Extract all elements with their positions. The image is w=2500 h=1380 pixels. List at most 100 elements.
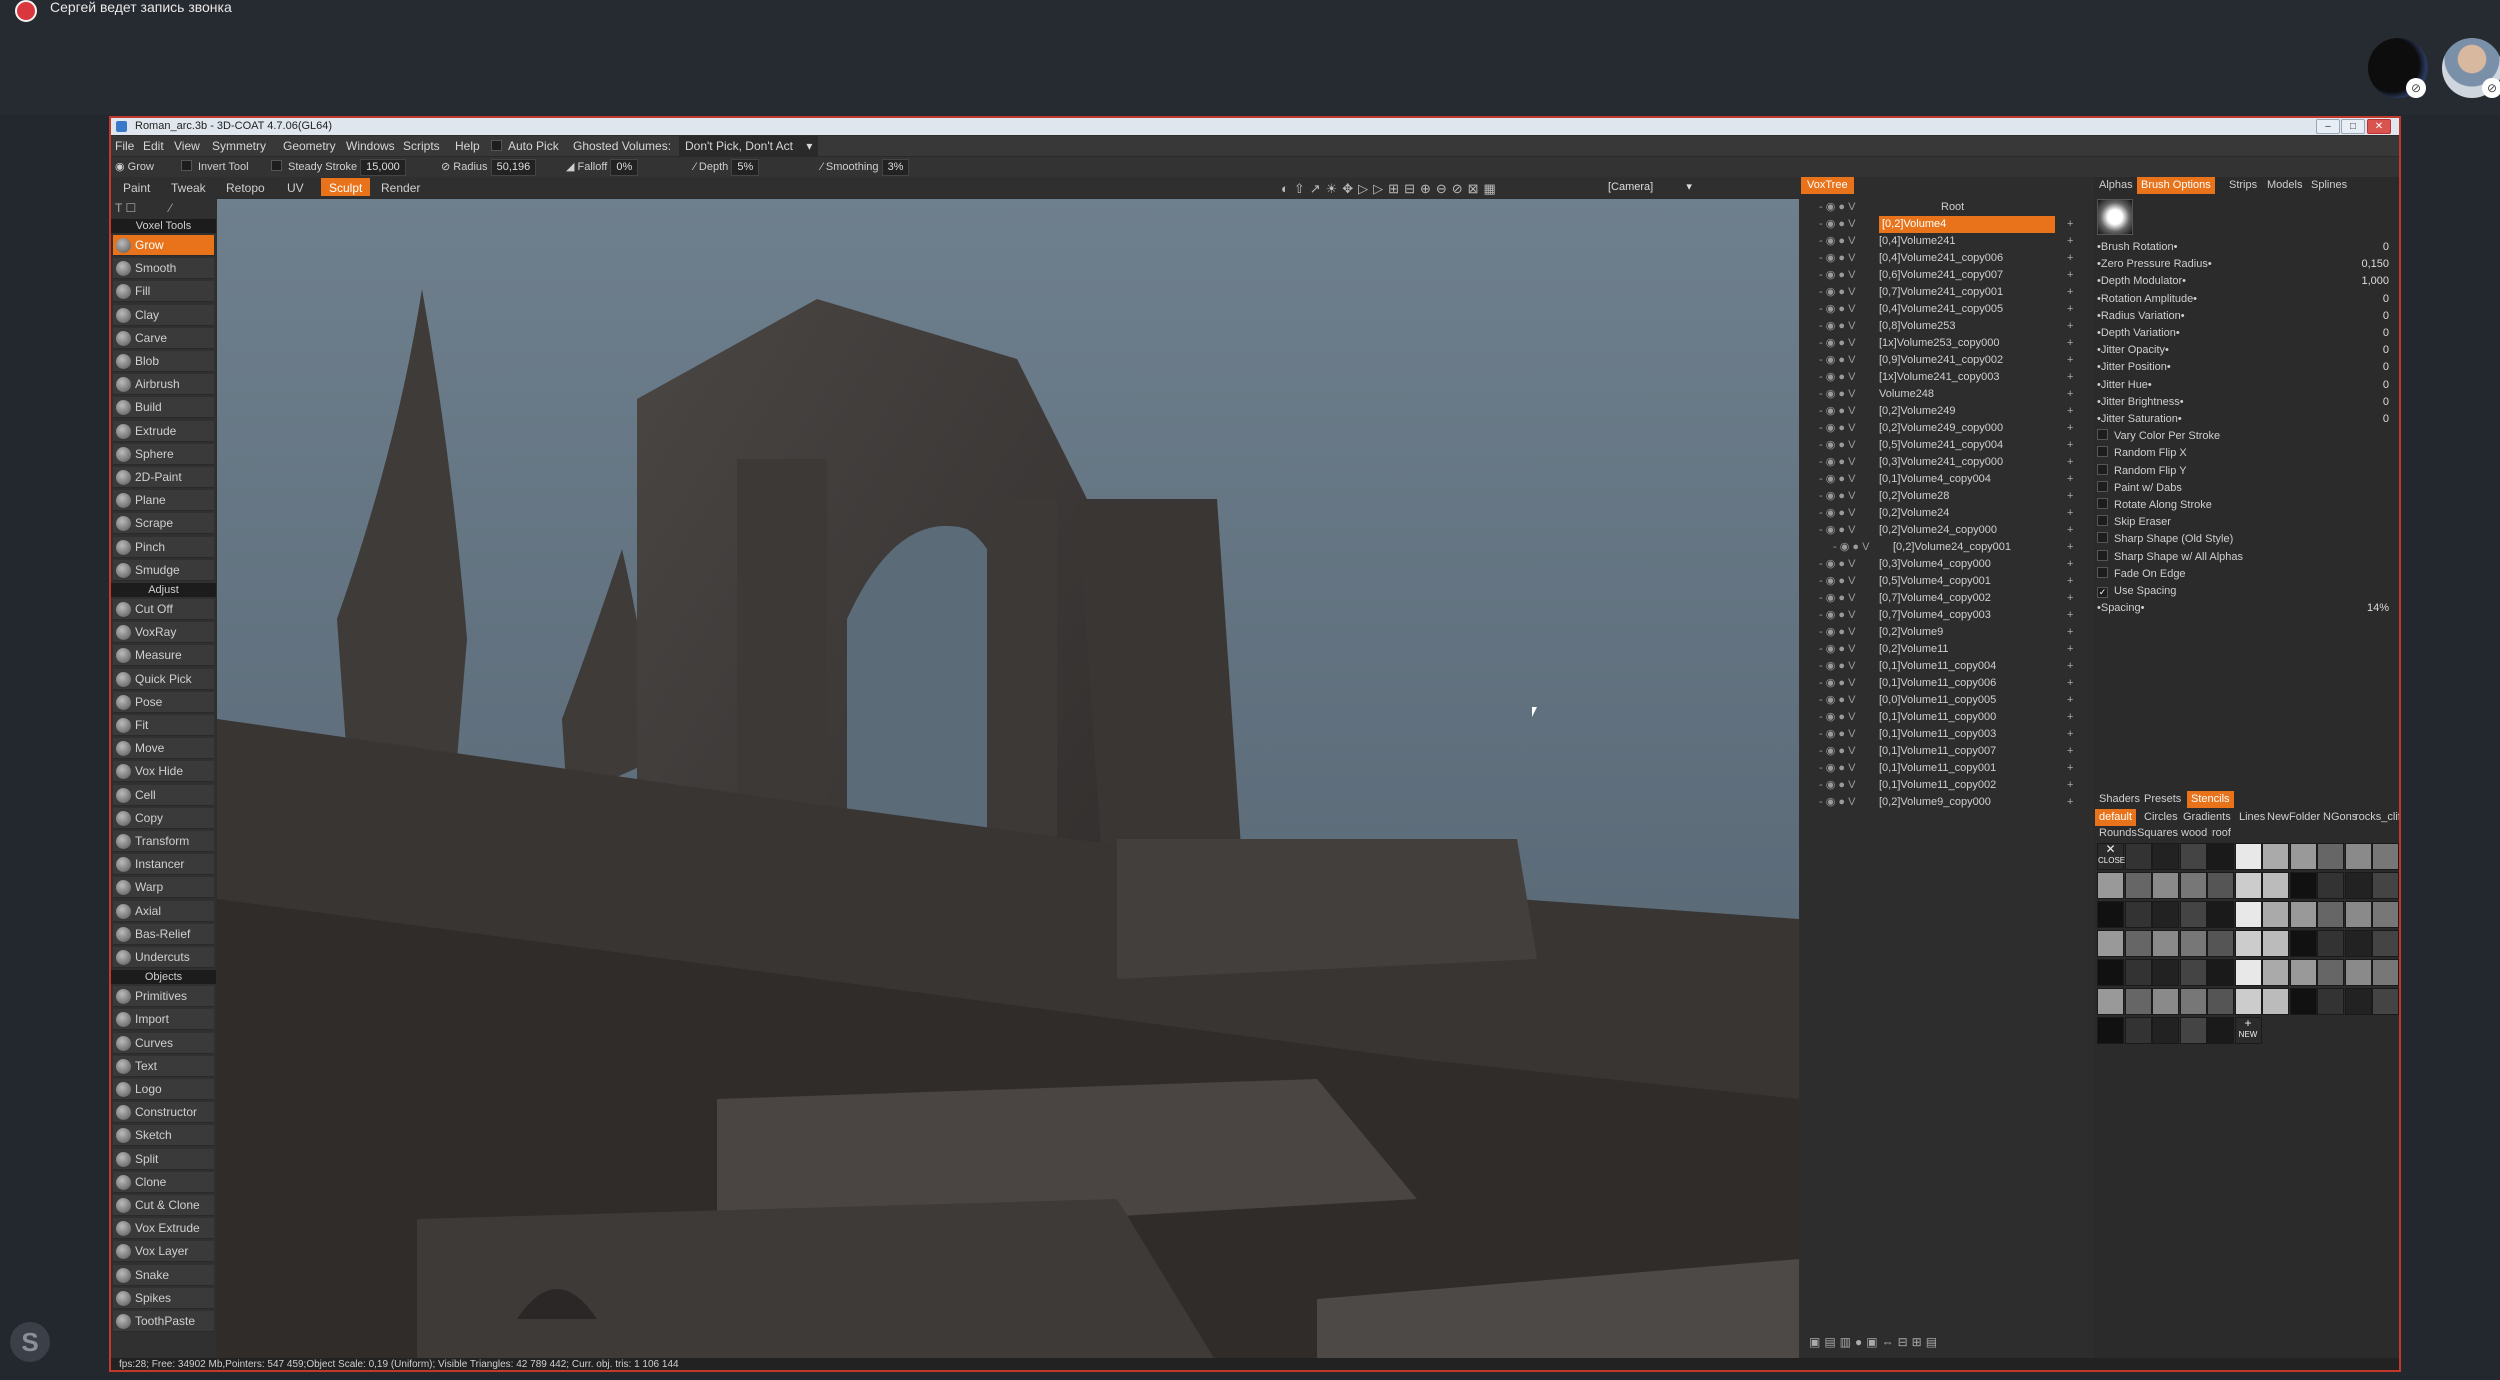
add-icon[interactable]: + bbox=[2067, 709, 2073, 726]
voxtree-item[interactable]: - ◉ ● V [0,2]Volume11 + bbox=[1801, 641, 2091, 658]
add-icon[interactable]: + bbox=[2067, 454, 2073, 471]
brush-param[interactable]: •Jitter Position• 0 bbox=[2097, 359, 2397, 376]
checkbox-icon[interactable] bbox=[2097, 566, 2108, 578]
tool-vox-hide[interactable]: Vox Hide bbox=[113, 761, 214, 783]
visibility-icons[interactable]: - ◉ ● V bbox=[1819, 454, 1855, 471]
steady-stroke-value[interactable]: 15,000 bbox=[360, 159, 406, 176]
close-button[interactable]: ✕ bbox=[2367, 119, 2391, 134]
minimize-button[interactable]: – bbox=[2316, 119, 2340, 134]
stencil-folder-default[interactable]: default bbox=[2095, 809, 2137, 826]
checkbox-icon[interactable] bbox=[2097, 515, 2108, 527]
tool-spikes[interactable]: Spikes bbox=[113, 1287, 214, 1309]
tool-cell[interactable]: Cell bbox=[113, 784, 214, 806]
tool-copy[interactable]: Copy bbox=[113, 807, 214, 829]
add-icon[interactable]: + bbox=[2067, 318, 2073, 335]
brush-param[interactable]: •Jitter Brightness• 0 bbox=[2097, 394, 2397, 411]
visibility-icons[interactable]: - ◉ ● V bbox=[1819, 471, 1855, 488]
tool-carve[interactable]: Carve bbox=[113, 327, 214, 349]
voxtree-item[interactable]: - ◉ ● V [0,8]Volume253 + bbox=[1801, 318, 2091, 335]
stencil-thumbnail[interactable] bbox=[2289, 959, 2317, 986]
tool-cut-clone[interactable]: Cut & Clone bbox=[113, 1195, 214, 1216]
stencil-thumbnail[interactable] bbox=[2372, 901, 2399, 928]
voxtree-item[interactable]: - ◉ ● V [1x]Volume241_copy003 + bbox=[1801, 369, 2091, 386]
voxtree-item[interactable]: - ◉ ● V [0,5]Volume4_copy001 + bbox=[1801, 573, 2091, 590]
stencil-thumbnail[interactable] bbox=[2179, 872, 2207, 899]
stencil-thumbnail[interactable] bbox=[2207, 1017, 2234, 1044]
stencil-thumbnail[interactable] bbox=[2317, 843, 2344, 870]
tab-voxtree[interactable]: VoxTree bbox=[1801, 177, 1854, 194]
voxtree-root[interactable]: - ◉ ● V Root bbox=[1801, 199, 2091, 216]
stencil-thumbnail[interactable] bbox=[2179, 988, 2207, 1015]
tab-splines[interactable]: Splines bbox=[2307, 177, 2351, 194]
tool-import[interactable]: Import bbox=[113, 1009, 214, 1031]
smoothing-value[interactable]: 3% bbox=[881, 159, 910, 176]
voxtree-item[interactable]: - ◉ ● V [0,1]Volume4_copy004 + bbox=[1801, 471, 2091, 488]
tool-text[interactable]: Text bbox=[113, 1055, 214, 1077]
stencil-thumbnail[interactable] bbox=[2097, 901, 2124, 928]
stencil-thumbnail[interactable] bbox=[2372, 930, 2399, 957]
add-icon[interactable]: + bbox=[2067, 658, 2073, 675]
menu-symmetry[interactable]: Symmetry bbox=[212, 136, 266, 156]
visibility-icons[interactable]: - ◉ ● V bbox=[1819, 369, 1855, 386]
stencil-thumbnail[interactable] bbox=[2317, 872, 2344, 899]
brush-checkbox[interactable]: Rotate Along Stroke bbox=[2097, 497, 2397, 514]
add-icon[interactable]: + bbox=[2067, 403, 2073, 420]
add-icon[interactable]: + bbox=[2067, 386, 2073, 403]
stencil-thumbnail[interactable] bbox=[2234, 930, 2262, 957]
menu-view[interactable]: View bbox=[174, 136, 200, 156]
visibility-icons[interactable]: - ◉ ● V bbox=[1819, 607, 1855, 624]
tab-alphas[interactable]: Alphas bbox=[2095, 177, 2137, 194]
stencil-folder-squares[interactable]: Squares bbox=[2133, 825, 2182, 842]
stencil-thumbnail[interactable] bbox=[2262, 843, 2289, 870]
room-sculpt[interactable]: Sculpt bbox=[321, 178, 371, 196]
add-icon[interactable]: + bbox=[2067, 692, 2073, 709]
add-icon[interactable]: + bbox=[2067, 301, 2073, 318]
stencil-thumbnail[interactable] bbox=[2262, 901, 2289, 928]
visibility-icons[interactable]: - ◉ ● V bbox=[1819, 420, 1855, 437]
menu-windows[interactable]: Windows bbox=[346, 136, 395, 156]
checkbox-icon[interactable] bbox=[2097, 446, 2108, 458]
tool-voxray[interactable]: VoxRay bbox=[113, 622, 214, 644]
stencil-folder-rocks-cliffs[interactable]: rocks_cliffs bbox=[2351, 809, 2399, 826]
stencil-thumbnail[interactable] bbox=[2289, 988, 2317, 1015]
add-icon[interactable]: + bbox=[2067, 641, 2073, 658]
brush-param[interactable]: •Depth Modulator• 1,000 bbox=[2097, 273, 2397, 290]
brush-param[interactable]: •Radius Variation• 0 bbox=[2097, 308, 2397, 325]
stencil-thumbnail[interactable] bbox=[2262, 930, 2289, 957]
voxtree-item[interactable]: - ◉ ● V [0,2]Volume24 + bbox=[1801, 505, 2091, 522]
falloff-control[interactable]: ◢ Falloff 0% bbox=[566, 157, 639, 178]
voxtree-item[interactable]: - ◉ ● V [0,0]Volume11_copy005 + bbox=[1801, 692, 2091, 709]
stencil-folder-wood[interactable]: wood bbox=[2177, 825, 2211, 842]
tool-bas-relief[interactable]: Bas-Relief bbox=[113, 923, 214, 945]
voxtree-item[interactable]: - ◉ ● V [0,1]Volume11_copy000 + bbox=[1801, 709, 2091, 726]
brush-param[interactable]: •Brush Rotation• 0 bbox=[2097, 239, 2397, 256]
tab-presets[interactable]: Presets bbox=[2140, 791, 2185, 808]
add-icon[interactable]: + bbox=[2067, 267, 2073, 284]
falloff-value[interactable]: 0% bbox=[610, 159, 639, 176]
tool-grow[interactable]: Grow bbox=[113, 235, 214, 256]
add-icon[interactable]: + bbox=[2067, 250, 2073, 267]
brush-param[interactable]: •Rotation Amplitude• 0 bbox=[2097, 291, 2397, 308]
voxtree-item[interactable]: - ◉ ● V [0,2]Volume24_copy000 + bbox=[1801, 522, 2091, 539]
stencil-thumbnail[interactable] bbox=[2344, 988, 2372, 1015]
stencil-thumbnail[interactable] bbox=[2124, 1017, 2152, 1044]
voxtree-item[interactable]: - ◉ ● V [0,2]Volume28 + bbox=[1801, 488, 2091, 505]
stencil-thumbnail[interactable] bbox=[2124, 901, 2152, 928]
visibility-icons[interactable]: - ◉ ● V bbox=[1819, 199, 1855, 216]
stencil-thumbnail[interactable] bbox=[2179, 930, 2207, 957]
menu-scripts[interactable]: Scripts bbox=[403, 136, 440, 156]
stencil-thumbnail[interactable] bbox=[2372, 959, 2399, 986]
add-icon[interactable]: + bbox=[2067, 607, 2073, 624]
brush-param-value[interactable]: 0 bbox=[2383, 394, 2389, 411]
stencil-thumbnail[interactable] bbox=[2207, 843, 2234, 870]
add-icon[interactable]: + bbox=[2067, 369, 2073, 386]
checkbox-icon[interactable] bbox=[2097, 429, 2108, 441]
visibility-icons[interactable]: - ◉ ● V bbox=[1819, 590, 1855, 607]
tool-instancer[interactable]: Instancer bbox=[113, 854, 214, 876]
stencil-thumbnail[interactable] bbox=[2234, 988, 2262, 1015]
brush-checkbox[interactable]: Sharp Shape w/ All Alphas bbox=[2097, 549, 2397, 566]
visibility-icons[interactable]: - ◉ ● V bbox=[1819, 777, 1855, 794]
stencil-thumbnail[interactable] bbox=[2234, 872, 2262, 899]
tab-shaders[interactable]: Shaders bbox=[2095, 791, 2144, 808]
add-icon[interactable]: + bbox=[2067, 726, 2073, 743]
